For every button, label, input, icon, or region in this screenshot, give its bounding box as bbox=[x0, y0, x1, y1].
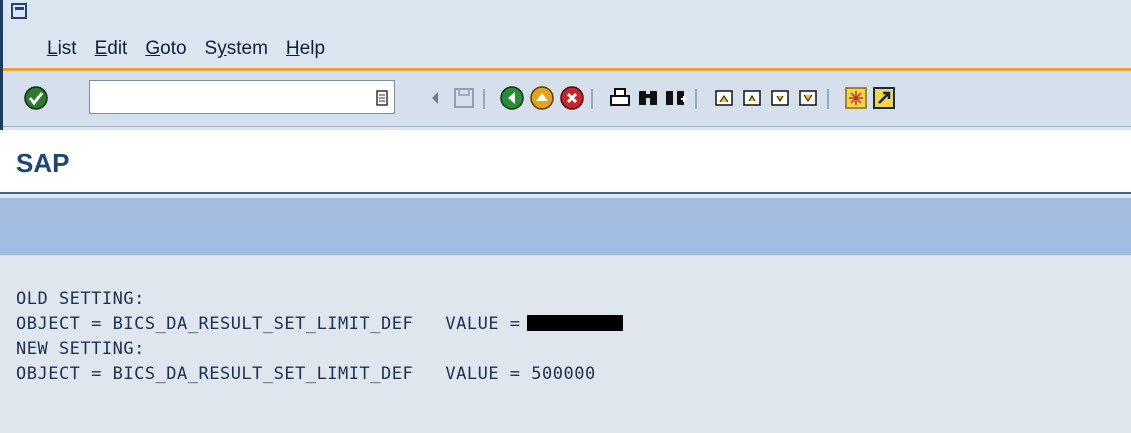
menu-edit[interactable]: Edit bbox=[95, 38, 128, 60]
next-page-icon[interactable] bbox=[767, 85, 793, 111]
old-setting-line: OBJECT = BICS_DA_RESULT_SET_LIMIT_DEF VA… bbox=[16, 314, 623, 334]
exit-icon[interactable] bbox=[529, 85, 555, 111]
save-icon[interactable] bbox=[451, 85, 477, 111]
menu-list[interactable]: List bbox=[47, 38, 77, 60]
page-title: SAP bbox=[16, 148, 70, 178]
redacted-value bbox=[526, 315, 623, 331]
first-page-icon[interactable] bbox=[711, 85, 737, 111]
menu-system[interactable]: System bbox=[205, 38, 268, 60]
previous-page-icon[interactable] bbox=[739, 85, 765, 111]
find-next-icon[interactable] bbox=[663, 85, 689, 111]
menu-goto[interactable]: Goto bbox=[145, 38, 186, 60]
toolbar-separator bbox=[827, 89, 829, 109]
title-bar: SAP bbox=[0, 130, 1131, 194]
new-setting-heading: NEW SETTING: bbox=[16, 339, 145, 359]
print-icon[interactable] bbox=[607, 85, 633, 111]
shortcut-icon[interactable] bbox=[871, 85, 897, 111]
menu-bar: List Edit Goto System Help bbox=[3, 0, 1131, 68]
cancel-icon[interactable] bbox=[559, 85, 585, 111]
toolbar-separator bbox=[483, 89, 485, 109]
back-icon[interactable] bbox=[499, 85, 525, 111]
create-session-icon[interactable] bbox=[843, 85, 869, 111]
command-field[interactable] bbox=[89, 80, 395, 114]
system-menu-icon[interactable] bbox=[11, 3, 27, 19]
last-page-icon[interactable] bbox=[795, 85, 821, 111]
collapse-icon[interactable] bbox=[423, 85, 449, 111]
toolbar-separator bbox=[591, 89, 593, 109]
list-output: OLD SETTING: OBJECT = BICS_DA_RESULT_SET… bbox=[0, 255, 1131, 433]
command-history-icon[interactable] bbox=[369, 85, 395, 111]
menu-help[interactable]: Help bbox=[286, 38, 325, 60]
menu: List Edit Goto System Help bbox=[47, 38, 343, 60]
new-setting-line: OBJECT = BICS_DA_RESULT_SET_LIMIT_DEF VA… bbox=[16, 364, 596, 384]
old-setting-text: OBJECT = BICS_DA_RESULT_SET_LIMIT_DEF VA… bbox=[16, 314, 521, 334]
enter-icon[interactable] bbox=[23, 85, 49, 111]
old-setting-heading: OLD SETTING: bbox=[16, 289, 145, 309]
application-toolbar bbox=[0, 198, 1131, 255]
toolbar-separator bbox=[695, 89, 697, 109]
find-icon[interactable] bbox=[635, 85, 661, 111]
standard-toolbar bbox=[3, 71, 1131, 127]
